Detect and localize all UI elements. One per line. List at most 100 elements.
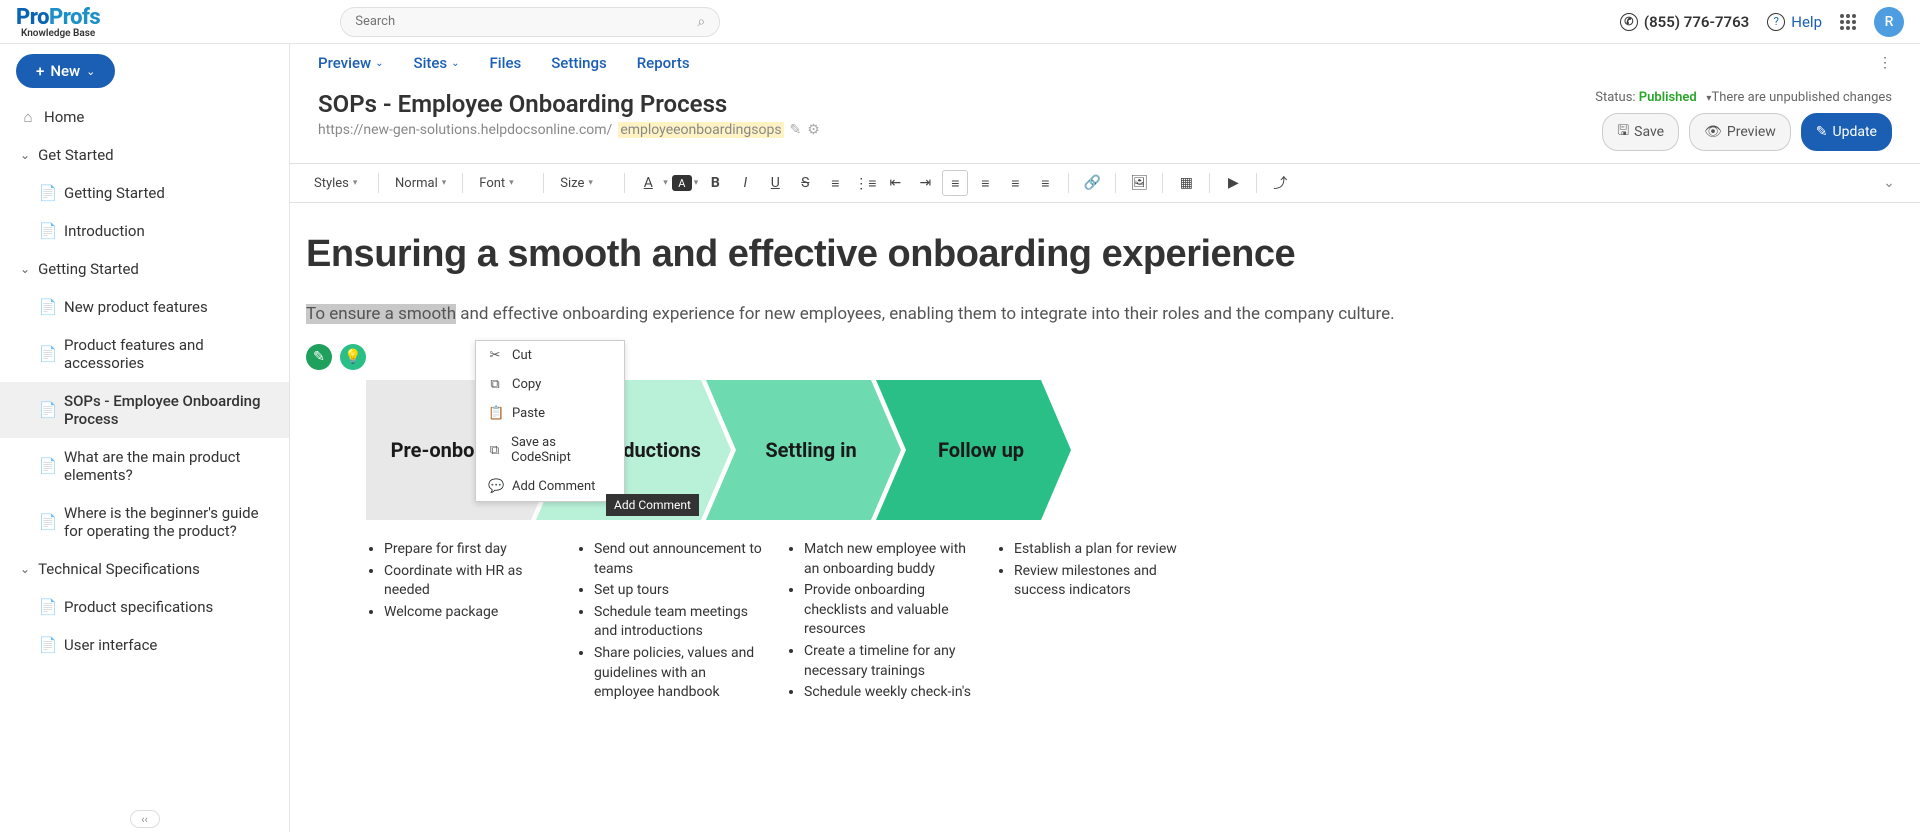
page-icon: 📄 [40,598,56,616]
bullet-column: Prepare for first dayCoordinate with HR … [366,540,556,705]
styles-select[interactable]: Styles▾ [308,172,368,195]
page-icon: 📄 [40,298,56,316]
help-link[interactable]: ? Help [1767,13,1822,31]
sidebar-item[interactable]: ⌂Home [0,98,289,136]
sidebar-item[interactable]: ⌄Technical Specifications [0,550,289,588]
expand-toolbar-icon[interactable]: ⌄ [1876,170,1902,196]
gear-icon[interactable]: ⚙ [807,122,820,138]
context-menu-item[interactable]: ⧉Save as CodeSnipt [476,428,624,472]
help-icon: ? [1767,13,1785,31]
nav-reports[interactable]: Reports [637,54,690,72]
sidebar-item[interactable]: 📄Introduction [0,212,289,250]
format-select[interactable]: Normal▾ [389,172,452,195]
link-icon[interactable]: 🔗 [1079,170,1105,196]
edit-icon[interactable]: ✎ [790,122,802,138]
sidebar-collapse-handle[interactable]: ‹‹ [130,810,160,828]
intro-paragraph[interactable]: To ensure a smooth and effective onboard… [306,304,1904,324]
logo-pro: Pro [16,5,49,30]
sidebar-item[interactable]: ⌄ Getting Started [0,250,289,288]
sidebar-item[interactable]: 📄SOPs - Employee Onboarding Process [0,382,289,438]
search-box[interactable]: ⌕ [340,7,720,37]
intro-rest: and effective onboarding experience for … [456,304,1395,324]
bullet-item: Provide onboarding checklists and valuab… [804,581,976,640]
align-left-icon[interactable]: ≡ [942,170,968,196]
chevron-step: Settling in [706,380,901,520]
unpublished-note: There are unpublished changes [1711,90,1892,105]
save-label: Save [1634,124,1664,140]
table-icon[interactable]: ▦ [1173,170,1199,196]
url-slug[interactable]: employeeonboardingsops [618,122,783,138]
chevron-down-icon: ⌄ [451,58,459,69]
bold-icon[interactable]: B [702,170,728,196]
nav-preview[interactable]: Preview ⌄ [318,54,384,72]
preview-button[interactable]: 👁Preview [1689,113,1791,151]
ordered-list-icon[interactable]: ≡ [822,170,848,196]
new-button[interactable]: + New ⌄ [16,54,115,88]
apps-icon[interactable] [1840,14,1856,30]
phone-number[interactable]: ✆ (855) 776-7763 [1620,13,1749,31]
bullet-item: Share policies, values and guidelines wi… [594,644,766,703]
upload-icon[interactable]: ⤴ [1267,170,1293,196]
context-menu-item[interactable]: ⧉Copy [476,370,624,399]
avatar[interactable]: R [1874,7,1904,37]
cm-icon: 📋 [488,406,502,421]
sidebar-item[interactable]: 📄Getting Started [0,174,289,212]
sidebar-item[interactable]: 📄Where is the beginner's guide for opera… [0,494,289,550]
unordered-list-icon[interactable]: ⋮≡ [852,170,878,196]
sidebar-item-label: Where is the beginner's guide for operat… [64,504,273,540]
ai-badge-1[interactable]: ✎ [306,344,332,370]
context-menu-item[interactable]: 📋Paste [476,399,624,428]
ai-badge-2[interactable]: 💡 [340,344,366,370]
cm-icon: ⧉ [488,377,502,392]
bullet-item: Prepare for first day [384,540,556,560]
home-icon: ⌂ [20,108,36,126]
new-button-label: New [50,62,80,80]
align-justify-icon[interactable]: ≡ [1032,170,1058,196]
font-select[interactable]: Font▾ [473,172,533,195]
cm-label: Cut [512,348,532,363]
size-select[interactable]: Size▾ [554,172,614,195]
sidebar-item[interactable]: 📄What are the main product elements? [0,438,289,494]
video-icon[interactable]: ▶ [1220,170,1246,196]
nav-sites[interactable]: Sites ⌄ [414,54,460,72]
logo[interactable]: ProProfs Knowledge Base [16,5,100,39]
cm-label: Save as CodeSnipt [511,435,612,465]
editor-area[interactable]: Ensuring a smooth and effective onboardi… [290,203,1920,832]
search-icon: ⌕ [697,14,705,30]
context-menu-item[interactable]: ✂Cut [476,341,624,370]
nav-label: Preview [318,54,371,72]
image-icon[interactable]: 🖼 [1126,170,1152,196]
nav-files[interactable]: Files [490,54,522,72]
context-menu-item[interactable]: 💬 Add Comment [476,472,624,501]
document-title: SOPs - Employee Onboarding Process [318,90,820,118]
sidebar-item-label: Product features and accessories [64,336,273,372]
italic-icon[interactable]: I [732,170,758,196]
page-icon: 📄 [40,222,56,240]
indent-icon[interactable]: ⇥ [912,170,938,196]
sidebar-item[interactable]: ⌄Get Started [0,136,289,174]
text-color-icon[interactable]: A [635,170,661,196]
cm-label: Add Comment [512,479,595,494]
underline-icon[interactable]: U [762,170,788,196]
cm-icon: 💬 [488,479,502,494]
sidebar-item-label: SOPs - Employee Onboarding Process [64,392,273,428]
chevron-icon: ⌄ [20,562,30,576]
nav-settings[interactable]: Settings [551,54,607,72]
align-center-icon[interactable]: ≡ [972,170,998,196]
chevron-icon: ⌄ [20,262,30,276]
save-button[interactable]: 🖫Save [1602,113,1679,151]
align-right-icon[interactable]: ≡ [1002,170,1028,196]
sidebar-item[interactable]: 📄Product features and accessories [0,326,289,382]
bg-color-icon[interactable]: A [672,175,692,191]
update-button[interactable]: ✎Update [1801,113,1892,151]
search-input[interactable] [355,14,697,29]
phone-text: (855) 776-7763 [1644,13,1749,31]
strike-icon[interactable]: S [792,170,818,196]
sidebar-item[interactable]: 📄Product specifications [0,588,289,626]
outdent-icon[interactable]: ⇤ [882,170,908,196]
editor-heading[interactable]: Ensuring a smooth and effective onboardi… [306,233,1904,276]
sidebar-item[interactable]: 📄User interface [0,626,289,664]
sidebar-item-label: Getting Started [38,260,139,278]
sidebar-item[interactable]: 📄New product features [0,288,289,326]
kebab-menu-icon[interactable]: ⋮ [1878,55,1892,71]
